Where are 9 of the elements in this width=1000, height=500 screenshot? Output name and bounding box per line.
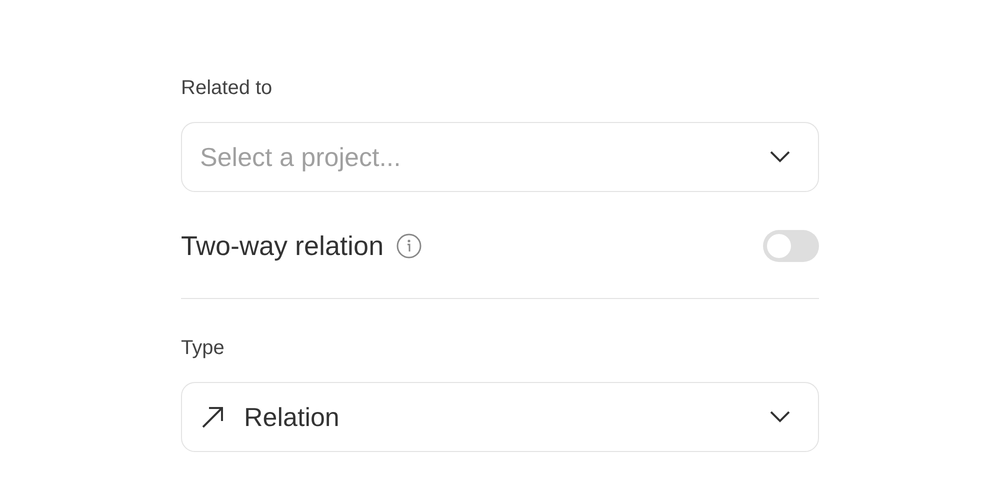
field-label: Type bbox=[181, 336, 224, 360]
chevron-down-icon bbox=[770, 411, 790, 423]
info-icon[interactable] bbox=[396, 233, 422, 259]
toggle-label: Two-way relation bbox=[181, 230, 384, 262]
arrow-icon bbox=[200, 404, 226, 430]
select-field[interactable]: Relation bbox=[181, 382, 819, 452]
toggle-switch[interactable] bbox=[763, 230, 819, 262]
chevron-down-icon bbox=[770, 151, 790, 163]
field-label: Related to bbox=[181, 76, 272, 100]
